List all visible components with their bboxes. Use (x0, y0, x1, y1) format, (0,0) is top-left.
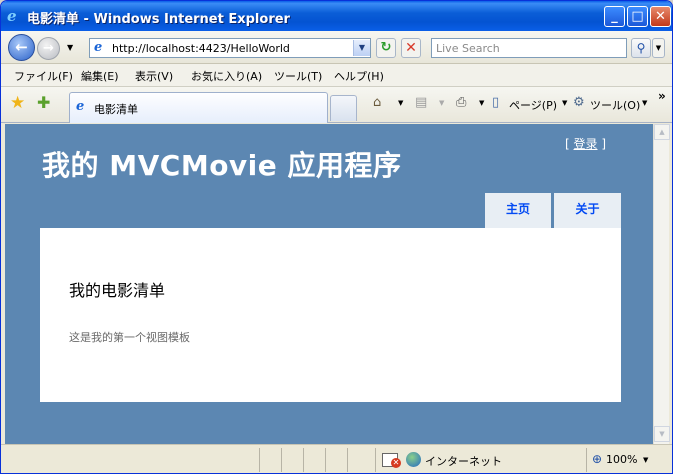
status-divider (347, 448, 348, 472)
zoom-dropdown[interactable]: ▼ (643, 456, 648, 464)
star-icon[interactable]: ★ (10, 94, 25, 112)
gear-icon: ⚙ (573, 95, 585, 110)
close-button[interactable]: ✕ (650, 6, 671, 27)
address-url[interactable]: http://localhost:4423/HelloWorld (112, 42, 290, 55)
menu-view[interactable]: 表示(V) (135, 68, 173, 84)
print-dropdown[interactable]: ▼ (479, 99, 484, 107)
nav-about-link[interactable]: 关于 (554, 193, 621, 228)
login-link[interactable]: 登录 (574, 137, 598, 151)
scroll-up-button[interactable]: ▲ (654, 124, 670, 140)
search-placeholder: Live Search (436, 42, 500, 55)
new-tab-button[interactable] (330, 95, 357, 121)
more-commands-chevron-icon[interactable]: » (658, 89, 666, 103)
home-icon[interactable]: ⌂ (373, 96, 381, 110)
page-icon: ▯ (492, 95, 500, 110)
status-divider (303, 448, 304, 472)
search-icon: ⚲ (636, 41, 646, 55)
page-heading: 我的电影清单 (69, 281, 166, 300)
feeds-dropdown[interactable]: ▼ (439, 99, 444, 107)
ie-logo-icon: e (7, 7, 17, 25)
status-divider (375, 448, 376, 472)
stop-icon: ✕ (405, 40, 417, 56)
security-zone[interactable]: インターネット (425, 453, 502, 469)
menu-favorites[interactable]: お気に入り(A) (191, 68, 262, 84)
page-favicon-icon: e (94, 40, 103, 55)
maximize-button[interactable]: □ (627, 6, 648, 27)
minimize-button[interactable]: _ (604, 6, 625, 27)
search-input[interactable]: Live Search (431, 38, 627, 58)
login-bracket-open: [ (565, 137, 574, 151)
zoom-level[interactable]: 100% (606, 453, 637, 466)
refresh-icon: ↻ (380, 40, 392, 55)
refresh-button[interactable]: ↻ (376, 38, 396, 58)
rss-feed-icon[interactable]: ▤ (415, 96, 427, 110)
menu-file[interactable]: ファイル(F) (14, 68, 73, 84)
status-bar: ✕ インターネット ⊕ 100% ▼ (1, 444, 672, 473)
page-viewport: [ 登录 ] 我的 MVCMovie 应用程序 主页 关于 我的电影清单 这是我… (5, 124, 653, 444)
menu-tools[interactable]: ツール(T) (274, 68, 322, 84)
blocked-indicator-icon: ✕ (391, 458, 401, 468)
search-button[interactable]: ⚲ (631, 38, 651, 58)
status-divider (281, 448, 282, 472)
forward-arrow-icon: → (43, 41, 54, 56)
back-arrow-icon: ← (15, 38, 28, 56)
page-body-text: 这是我的第一个视图模板 (69, 331, 190, 344)
recent-pages-dropdown[interactable]: ▼ (67, 43, 73, 52)
add-favorite-icon[interactable]: ✚ (37, 94, 50, 112)
vertical-scrollbar[interactable]: ▲ ▼ (653, 124, 670, 444)
tools-dropdown[interactable]: ▼ (642, 99, 647, 107)
menu-edit[interactable]: 編集(E) (81, 68, 119, 84)
tools-menu[interactable]: ツール(O) (590, 97, 640, 113)
title-bar: e 电影清单 - Windows Internet Explorer _ □ ✕ (1, 1, 672, 31)
page-dropdown[interactable]: ▼ (562, 99, 567, 107)
login-bracket-close: ] (597, 137, 607, 151)
menu-bar: ファイル(F) 編集(E) 表示(V) お気に入り(A) ツール(T) ヘルプ(… (1, 64, 672, 87)
scroll-down-button[interactable]: ▼ (654, 426, 670, 442)
status-divider (325, 448, 326, 472)
home-dropdown[interactable]: ▼ (398, 99, 403, 107)
address-toolbar: ← → ▼ e http://localhost:4423/HelloWorld… (1, 31, 672, 64)
main-content: 我的电影清单 这是我的第一个视图模板 (40, 228, 621, 402)
login-display: [ 登录 ] (565, 135, 606, 152)
tab-label: 电影清单 (94, 103, 138, 116)
stop-button[interactable]: ✕ (401, 38, 421, 58)
menu-help[interactable]: ヘルプ(H) (334, 68, 384, 84)
forward-button[interactable]: → (37, 37, 60, 60)
site-title: 我的 MVCMovie 应用程序 (42, 149, 402, 182)
back-button[interactable]: ← (8, 34, 35, 61)
browser-window: e 电影清单 - Windows Internet Explorer _ □ ✕… (0, 0, 673, 474)
print-icon[interactable]: ⎙ (456, 96, 466, 110)
command-bar: ★ ✚ e 电影清单 ⌂ ▼ ▤ ▼ ⎙ ▼ ▯ ページ(P) ▼ ⚙ ツール(… (1, 87, 672, 123)
address-bar[interactable]: e http://localhost:4423/HelloWorld ▼ (89, 38, 371, 58)
status-divider (259, 448, 260, 472)
nav-home-link[interactable]: 主页 (485, 193, 551, 228)
window-title: 电影清单 - Windows Internet Explorer (27, 12, 290, 27)
page-menu[interactable]: ページ(P) (509, 97, 557, 113)
globe-icon (406, 452, 421, 467)
status-divider (586, 448, 587, 472)
zoom-icon: ⊕ (592, 452, 603, 466)
search-options-dropdown[interactable]: ▼ (652, 38, 665, 58)
tab-favicon-icon: e (76, 99, 85, 114)
tab-active[interactable]: e 电影清单 (69, 92, 328, 123)
address-dropdown[interactable]: ▼ (353, 40, 370, 56)
